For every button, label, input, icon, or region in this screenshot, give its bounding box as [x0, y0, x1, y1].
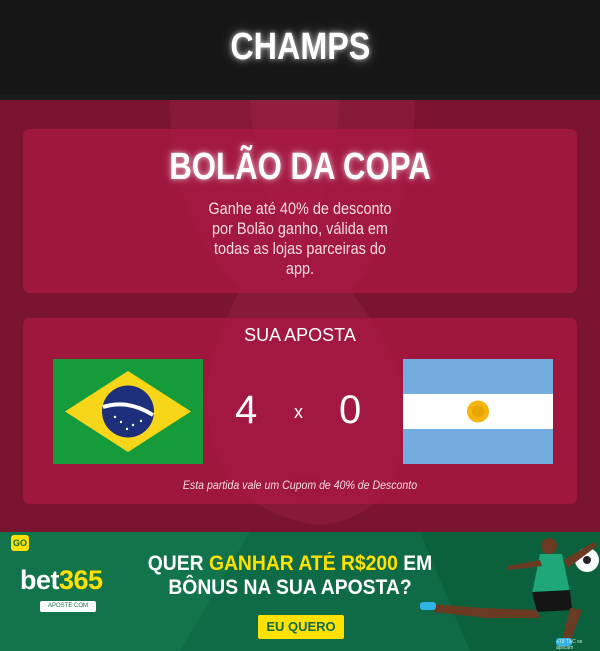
bet-title: SUA APOSTA [244, 325, 356, 345]
football-player-icon [420, 538, 599, 646]
brazil-flag-icon [53, 359, 203, 464]
bet365-ad-banner[interactable]: GO bet365 APOSTE COM QUER GANHAR ATÉ R$2… [0, 532, 600, 651]
ad-fine-print: +18 T&C se aplicam [556, 639, 583, 651]
promo-card: BOLÃO DA COPA Ganhe até 40% de desconto … [23, 129, 577, 293]
bet-note: Esta partida vale um Cupom de 40% de Des… [182, 478, 418, 492]
bet-card: SUA APOSTA 4 x 0 Esta partida vale um Cu… [23, 318, 577, 504]
eu-quero-button[interactable]: EU QUERO [258, 615, 344, 639]
app-header: CHAMPS [0, 0, 600, 95]
argentina-flag-icon [403, 359, 553, 464]
promo-title: BOLÃO DA COPA [169, 146, 431, 188]
champs-logo[interactable]: CHAMPS [230, 26, 370, 69]
main-panel: BOLÃO DA COPA Ganhe até 40% de desconto … [0, 100, 600, 532]
score-separator: x [294, 402, 303, 422]
promo-description: Ganhe até 40% de desconto por Bolão ganh… [208, 199, 392, 278]
bet365-logo: bet365 [20, 565, 103, 595]
ad-go-badge: GO [11, 535, 29, 551]
ad-headline: QUER GANHAR ATÉ R$200 EM BÔNUS NA SUA AP… [147, 552, 433, 599]
away-score: 0 [339, 388, 362, 432]
home-score: 4 [235, 388, 258, 432]
ad-sub-badge: APOSTE COM [40, 601, 96, 612]
